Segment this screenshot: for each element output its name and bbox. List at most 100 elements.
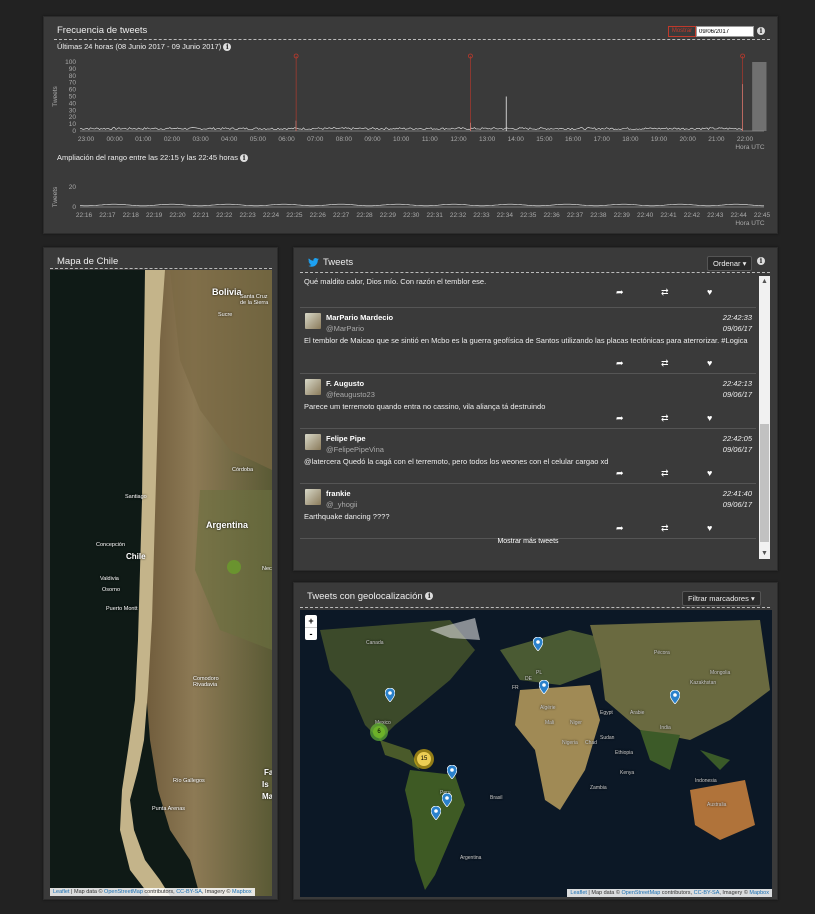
x-tick-label: 20:00 — [680, 136, 697, 143]
frequency-panel: Frecuencia de tweets Mostrar i Últimas 2… — [43, 16, 778, 234]
like-heart-icon[interactable]: ♥ — [707, 358, 712, 368]
user-handle[interactable]: @feaugusto23 — [326, 390, 375, 399]
share-icon[interactable]: ➦ — [616, 468, 624, 479]
retweet-icon[interactable]: ⇄ — [661, 468, 669, 479]
x-tick-label: 08:00 — [336, 136, 353, 143]
map-marker-icon[interactable] — [538, 679, 550, 695]
x-tick-label: 22:00 — [737, 136, 754, 143]
mapbox-link[interactable]: Mapbox — [749, 890, 769, 896]
user-name[interactable]: F. Augusto — [326, 379, 364, 388]
attr-text: | Map data © — [69, 889, 105, 895]
caret-down-icon: ▾ — [750, 594, 755, 603]
map-place-label: Ethiopia — [615, 750, 634, 756]
chile-map[interactable]: Bolivia Santa Cruz de la Sierra Sucre Córdo… — [50, 270, 272, 896]
user-name[interactable]: Felipe Pipe — [326, 434, 366, 443]
mapbox-link[interactable]: Mapbox — [232, 889, 252, 895]
map-place-label: PL — [536, 670, 543, 676]
x-tick-label: 09:00 — [364, 136, 381, 143]
map-place-label: Santiago — [125, 494, 147, 500]
world-map[interactable]: Canada Pécora Brasil Argentina Australia Indo… — [300, 610, 772, 897]
sort-button[interactable]: Ordenar ▾ — [707, 256, 753, 271]
user-name[interactable]: MarPario Mardecio — [326, 313, 393, 322]
user-handle[interactable]: @_yhogii — [326, 500, 357, 509]
map-marker-icon[interactable] — [669, 689, 681, 705]
user-handle[interactable]: @MarPario — [326, 324, 364, 333]
map-place-label: Canada — [366, 640, 384, 646]
map-place-label: Comodoro Rivadavia — [193, 676, 219, 688]
retweet-icon[interactable]: ⇄ — [661, 358, 669, 369]
like-heart-icon[interactable]: ♥ — [707, 523, 712, 533]
avatar[interactable] — [305, 489, 321, 505]
tweet-time[interactable]: 22:42:05 — [723, 434, 752, 443]
x-tick-label: 22:40 — [637, 212, 654, 219]
like-heart-icon[interactable]: ♥ — [707, 287, 712, 297]
tweet-time[interactable]: 22:41:40 — [723, 489, 752, 498]
x-tick-label: 22:21 — [193, 212, 210, 219]
map-marker-icon[interactable] — [384, 687, 396, 703]
filter-markers-button[interactable]: Filtrar marcadores ▾ — [682, 591, 761, 606]
user-handle[interactable]: @FelipePipeVina — [326, 445, 384, 454]
map-place-label: Ma — [262, 792, 272, 801]
x-tick-label: 22:22 — [216, 212, 233, 219]
marker-cluster[interactable]: 6 — [370, 723, 388, 741]
zoom-in-button[interactable]: + — [305, 615, 317, 628]
osm-link[interactable]: OpenStreetMap — [621, 890, 660, 896]
map-marker-icon[interactable] — [430, 805, 442, 821]
y-tick-label: 0 — [72, 128, 76, 135]
leaflet-link[interactable]: Leaflet — [53, 889, 70, 895]
x-tick-label: 22:39 — [614, 212, 631, 219]
avatar[interactable] — [305, 379, 321, 395]
x-tick-label: 22:41 — [660, 212, 677, 219]
tweet-time[interactable]: 22:42:13 — [723, 379, 752, 388]
retweet-icon[interactable]: ⇄ — [661, 287, 669, 298]
info-icon[interactable]: i — [240, 154, 249, 163]
like-heart-icon[interactable]: ♥ — [707, 468, 712, 478]
map-marker-icon[interactable] — [446, 764, 458, 780]
title-divider — [300, 607, 770, 608]
tweet-date: 09/06/17 — [722, 390, 752, 399]
cc-link[interactable]: CC-BY-SA — [694, 890, 720, 896]
avatar[interactable] — [305, 434, 321, 450]
cc-link[interactable]: CC-BY-SA — [176, 889, 202, 895]
user-name[interactable]: frankie — [326, 489, 351, 498]
map-place-label: Kenya — [620, 770, 635, 776]
share-icon[interactable]: ➦ — [616, 287, 624, 298]
marker-cluster[interactable]: 15 — [414, 749, 434, 769]
scroll-up-arrow-icon[interactable]: ▲ — [761, 278, 768, 285]
x-tick-label: 22:42 — [684, 212, 701, 219]
x-tick-label: 14:00 — [508, 136, 525, 143]
scrollbar-thumb[interactable] — [760, 424, 769, 542]
leaflet-link[interactable]: Leaflet — [570, 890, 587, 896]
map-marker-icon[interactable] — [441, 792, 453, 808]
share-icon[interactable]: ➦ — [616, 413, 624, 424]
tweet-item: F. Augusto @feaugusto23 22:42:13 09/06/1… — [300, 373, 756, 429]
more-tweets-link[interactable]: Mostrar más tweets — [300, 538, 756, 545]
info-icon[interactable]: i — [425, 592, 434, 601]
scroll-down-arrow-icon[interactable]: ▼ — [761, 550, 768, 557]
x-tick-label: 02:00 — [164, 136, 181, 143]
zoom-out-button[interactable]: - — [305, 628, 317, 640]
tweets-24h-chart: 1009080706050403020100Tweets23:00 00:00 01… — [52, 53, 771, 227]
info-icon[interactable]: i — [757, 257, 765, 265]
map-marker-icon[interactable] — [532, 636, 544, 652]
retweet-icon[interactable]: ⇄ — [661, 523, 669, 534]
like-heart-icon[interactable]: ♥ — [707, 413, 712, 423]
avatar[interactable] — [305, 313, 321, 329]
x-tick-label: 22:43 — [707, 212, 724, 219]
x-tick-label: 22:34 — [497, 212, 514, 219]
tweet-text: @latercera Quedó la cagá con el terremot… — [304, 457, 609, 466]
tweet-time[interactable]: 22:42:33 — [723, 313, 752, 322]
share-icon[interactable]: ➦ — [616, 358, 624, 369]
x-tick-label: 05:00 — [250, 136, 267, 143]
map-place-label: Nec — [262, 566, 272, 572]
x-axis-unit: Hora UTC — [735, 144, 765, 151]
map-place-label: Fa — [264, 768, 272, 777]
retweet-icon[interactable]: ⇄ — [661, 413, 669, 424]
share-icon[interactable]: ➦ — [616, 523, 624, 534]
x-tick-label: 19:00 — [651, 136, 668, 143]
map-place-label: Mali — [545, 720, 555, 726]
osm-link[interactable]: OpenStreetMap — [104, 889, 143, 895]
cluster-count: 6 — [373, 726, 385, 738]
scrollbar[interactable]: ▲ ▼ — [759, 276, 770, 559]
tweet-item: Felipe Pipe @FelipePipeVina 22:42:05 09/… — [300, 428, 756, 484]
